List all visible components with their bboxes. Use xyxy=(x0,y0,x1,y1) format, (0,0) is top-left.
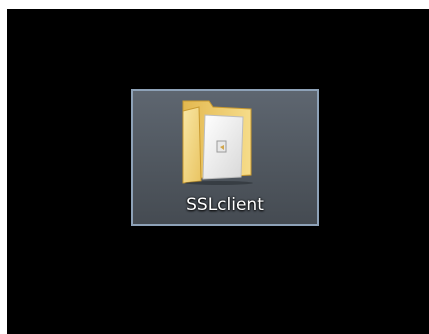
desktop-icon-label: SSLclient xyxy=(186,195,264,215)
desktop-icon-sslclient[interactable]: SSLclient xyxy=(131,89,319,226)
open-folder-icon xyxy=(182,100,253,185)
desktop-background: SSLclient xyxy=(7,9,429,334)
